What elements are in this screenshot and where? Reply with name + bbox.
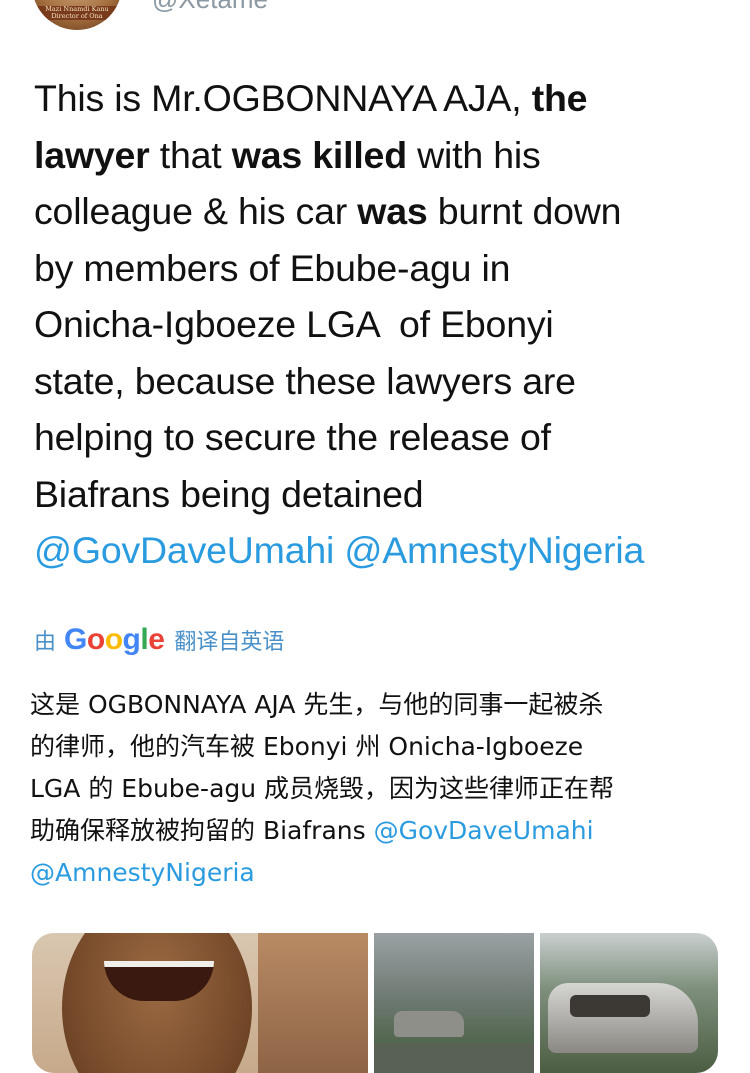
tweet-line: colleague & his car was burnt down	[34, 183, 724, 240]
bold-text: the	[531, 77, 588, 119]
mention-link[interactable]: @AmnestyNigeria	[344, 529, 644, 571]
bold-text: was killed	[231, 133, 407, 176]
translation-line: 的律师，他的汽车被 Ebonyi 州 Onicha-Igboeze	[30, 726, 730, 768]
tweet-line: state, because these lawyers are	[34, 353, 724, 410]
tweet-line: by members of Ebube-agu in	[34, 240, 724, 297]
tweet-line: This is Mr.OGBONNAYA AJA, the	[34, 70, 724, 127]
bold-text: lawyer	[34, 133, 150, 176]
author-avatar[interactable]: Mazi Nnamdi Kanu Director of Ona	[32, 0, 122, 30]
translation-line: 这是 OGBONNAYA AJA 先生，与他的同事一起被杀	[30, 684, 730, 726]
photo-burning-car[interactable]	[374, 933, 534, 1073]
author-handle[interactable]: @Xetame	[152, 0, 268, 15]
text-segment: with his	[406, 133, 541, 176]
text-segment: This is Mr.OGBONNAYA AJA,	[34, 77, 532, 119]
text-segment	[334, 529, 344, 571]
tweet-line: Onicha-Igboeze LGA of Ebonyi	[34, 296, 724, 353]
text-segment: LGA 的 Ebube-agu 成员烧毁，因为这些律师正在帮	[30, 774, 615, 803]
translate-prefix: 由	[34, 630, 57, 655]
photo-lawyer-portrait[interactable]	[32, 933, 368, 1073]
text-segment: 的律师，他的汽车被 Ebonyi 州 Onicha-Igboeze	[30, 732, 584, 761]
text-segment: state, because these lawyers are	[34, 359, 576, 402]
text-segment: helping to secure the release of	[34, 416, 551, 458]
tweet-line: helping to secure the release of	[34, 409, 724, 466]
google-logo: Google	[64, 623, 165, 656]
translated-by-google[interactable]: 由 Google 翻译自英语	[34, 620, 284, 660]
tweet-line: lawyer that was killed with his	[34, 127, 724, 184]
tweet-media[interactable]	[32, 933, 718, 1073]
text-segment: 助确保释放被拘留的 Biafrans	[30, 816, 374, 845]
mention-link[interactable]: @AmnestyNigeria	[30, 858, 255, 887]
translation-line: LGA 的 Ebube-agu 成员烧毁，因为这些律师正在帮	[30, 768, 730, 810]
tweet-text: This is Mr.OGBONNAYA AJA, the lawyer that…	[34, 70, 724, 579]
tweet-line: Biafrans being detained	[34, 466, 724, 523]
text-segment: Onicha-Igboeze LGA of Ebonyi	[34, 303, 554, 345]
translation-line: 助确保释放被拘留的 Biafrans @GovDaveUmahi	[30, 810, 730, 852]
bold-text: was	[357, 190, 428, 232]
mention-link[interactable]: @GovDaveUmahi	[374, 816, 594, 845]
text-segment: Biafrans being detained	[34, 472, 424, 515]
text-segment: that	[149, 133, 232, 176]
text-segment: burnt down	[427, 190, 622, 232]
translated-text: 这是 OGBONNAYA AJA 先生，与他的同事一起被杀 的律师，他的汽车被 E…	[30, 684, 730, 894]
text-segment: colleague & his car	[34, 190, 358, 232]
text-segment: 这是 OGBONNAYA AJA 先生，与他的同事一起被杀	[30, 690, 604, 719]
translation-line: @AmnestyNigeria	[30, 852, 730, 894]
avatar-caption: Mazi Nnamdi Kanu Director of Ona	[32, 6, 122, 20]
translate-suffix: 翻译自英语	[174, 630, 285, 655]
photo-burnt-car[interactable]	[540, 933, 718, 1073]
mention-link[interactable]: @GovDaveUmahi	[34, 529, 334, 571]
tweet-line: @GovDaveUmahi @AmnestyNigeria	[34, 522, 724, 579]
text-segment: by members of Ebube-agu in	[34, 246, 511, 289]
